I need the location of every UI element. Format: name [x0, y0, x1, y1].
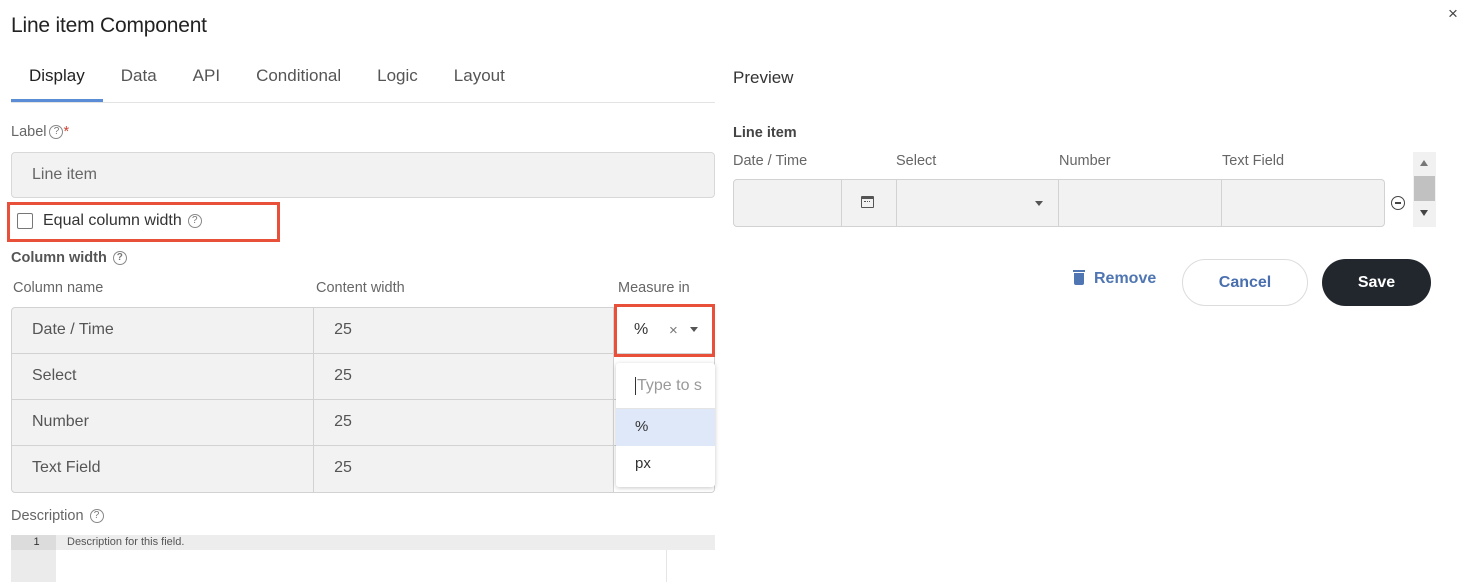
table-row: Text Field 25	[12, 446, 714, 492]
table-row: Number 25	[12, 400, 714, 446]
tab-display[interactable]: Display	[11, 56, 103, 102]
remove-row-icon[interactable]	[1391, 196, 1405, 210]
remove-button-label: Remove	[1094, 270, 1157, 287]
tab-data[interactable]: Data	[103, 56, 175, 102]
label-text: Label	[11, 124, 47, 140]
content-width-input[interactable]: 25	[314, 446, 613, 492]
help-icon[interactable]: ?	[112, 251, 127, 266]
column-name-cell: Date / Time	[12, 308, 315, 353]
trash-icon	[1073, 270, 1085, 285]
column-width-heading: Column width?	[11, 250, 127, 266]
content-width-input[interactable]: 25	[314, 354, 613, 399]
header-column-name: Column name	[13, 280, 104, 296]
preview-scrollbar[interactable]	[1413, 152, 1436, 227]
column-name-cell: Select	[12, 354, 315, 399]
preview-col-header: Number	[1059, 153, 1111, 169]
dropdown-search-placeholder: Type to s	[637, 377, 702, 394]
content-width-input[interactable]: 25	[314, 400, 613, 445]
table-row: Select 25	[12, 354, 714, 400]
column-name-cell: Text Field	[12, 446, 315, 492]
header-content-width: Content width	[316, 280, 405, 296]
content-width-input[interactable]: 25	[314, 308, 613, 353]
measure-dropdown: Type to s % px	[616, 363, 715, 487]
dropdown-option-percent[interactable]: %	[616, 409, 715, 446]
preview-number-input[interactable]	[1059, 180, 1222, 226]
column-name-cell: Number	[12, 400, 315, 445]
dialog-title: Line item Component	[11, 14, 207, 37]
preview-col-header: Text Field	[1222, 153, 1285, 169]
chevron-down-icon[interactable]	[1035, 201, 1043, 206]
preview-col-header: Select	[896, 153, 937, 169]
equal-width-option[interactable]: Equal column width ?	[17, 212, 202, 230]
tab-logic[interactable]: Logic	[359, 56, 436, 102]
preview-title: Preview	[733, 68, 794, 87]
editor-placeholder[interactable]: Description for this field.	[56, 535, 715, 550]
label-input[interactable]: Line item	[11, 152, 715, 198]
highlight-measure-select	[614, 304, 715, 357]
description-label: Description	[11, 508, 84, 524]
description-heading: Description?	[11, 508, 104, 524]
equal-width-checkbox[interactable]	[17, 213, 33, 229]
text-cursor	[635, 377, 636, 395]
preview-component-label: Line item	[733, 125, 797, 141]
equal-width-label: Equal column width	[43, 212, 182, 229]
preview-row	[733, 179, 1385, 227]
tab-bar: Display Data API Conditional Logic Layou…	[11, 56, 715, 103]
label-field-label: Label? *	[11, 124, 69, 140]
scroll-thumb[interactable]	[1414, 176, 1435, 201]
calendar-icon[interactable]	[861, 196, 874, 208]
preview-col-header: Date / Time	[733, 153, 808, 169]
editor-print-margin	[666, 550, 667, 582]
save-button[interactable]: Save	[1322, 259, 1431, 306]
table-row: Date / Time 25	[12, 308, 714, 354]
tab-conditional[interactable]: Conditional	[238, 56, 359, 102]
help-icon[interactable]: ?	[89, 509, 104, 524]
scroll-up-icon[interactable]	[1420, 160, 1428, 166]
dropdown-option-px[interactable]: px	[616, 446, 715, 483]
column-width-label: Column width	[11, 250, 107, 266]
editor-line-number: 1	[11, 535, 56, 550]
close-icon[interactable]: ×	[1448, 5, 1458, 22]
scroll-down-icon[interactable]	[1420, 210, 1428, 216]
help-icon[interactable]: ?	[49, 125, 64, 140]
remove-button[interactable]: Remove	[1073, 270, 1157, 288]
help-icon[interactable]: ?	[187, 214, 202, 228]
dropdown-search-input[interactable]: Type to s	[616, 363, 715, 409]
cancel-button[interactable]: Cancel	[1182, 259, 1308, 306]
tab-layout[interactable]: Layout	[436, 56, 523, 102]
tab-api[interactable]: API	[175, 56, 238, 102]
preview-datetime-input[interactable]	[734, 180, 842, 226]
preview-text-field-input[interactable]	[1222, 180, 1385, 226]
required-mark: *	[63, 124, 70, 140]
header-measure-in: Measure in	[618, 280, 690, 296]
column-width-table: Date / Time 25 Select 25 Number 25 Text …	[11, 307, 715, 493]
description-editor[interactable]: 1 Description for this field.	[11, 535, 715, 582]
